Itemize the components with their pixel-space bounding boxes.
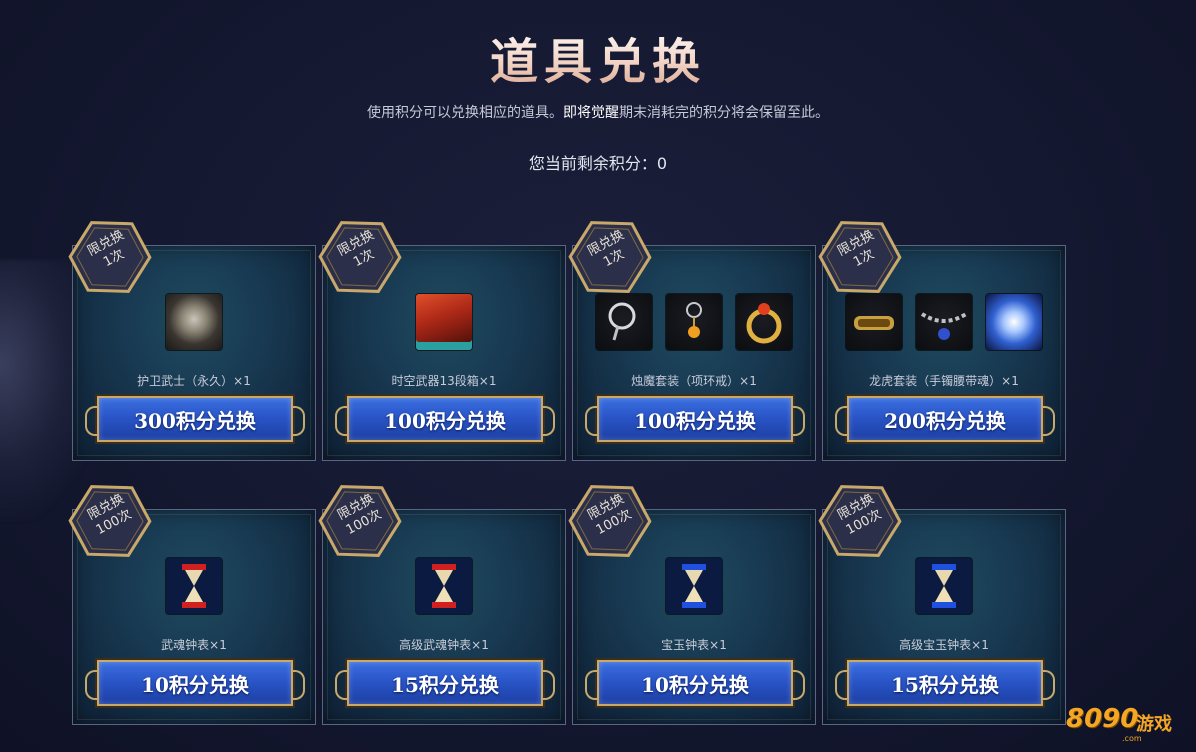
red-hourglass-icon — [166, 558, 222, 614]
limit-badge: 限兑换 1次 — [817, 214, 903, 300]
red-hourglass-icon — [416, 558, 472, 614]
soul-orb-icon — [986, 294, 1042, 350]
exchange-card: 限兑换 1次 时空武器13段箱×1 100积分兑换 — [318, 221, 566, 461]
limit-badge: 限兑换 100次 — [67, 478, 153, 564]
chest-icon — [416, 294, 472, 350]
exchange-card: 限兑换 100次 高级宝玉钟表×1 15积分兑换 — [818, 485, 1066, 725]
ring-icon — [736, 294, 792, 350]
item-icons — [573, 294, 815, 354]
item-name: 高级宝玉钟表×1 — [899, 638, 989, 652]
item-icons — [323, 294, 565, 354]
subtitle-text-post: 期末消耗完的积分将会保留至此。 — [619, 105, 829, 121]
item-icons — [823, 558, 1065, 618]
item-name: 宝玉钟表×1 — [661, 638, 727, 652]
limit-badge: 限兑换 100次 — [567, 478, 653, 564]
item-icons — [573, 558, 815, 618]
remaining-points: 您当前剩余积分：0 — [528, 154, 668, 173]
exchange-button[interactable]: 100积分兑换 — [335, 396, 555, 442]
exchange-card: 限兑换 100次 宝玉钟表×1 10积分兑换 — [568, 485, 816, 725]
logo-text: 游戏 — [1136, 714, 1172, 735]
exchange-card: 限兑换 100次 武魂钟表×1 10积分兑换 — [68, 485, 316, 725]
site-watermark-logo: 8090 游戏 .com — [1066, 700, 1186, 746]
earring-icon — [666, 294, 722, 350]
exchange-button[interactable]: 100积分兑换 — [585, 396, 805, 442]
logo-number: 8090 — [1066, 704, 1139, 734]
exchange-card: 限兑换 1次 龙虎套装（手镯腰带魂）×1 200积分兑换 — [818, 221, 1066, 461]
page-title: 道具兑换 — [0, 22, 1196, 92]
belt-icon — [916, 294, 972, 350]
item-name: 高级武魂钟表×1 — [399, 638, 489, 652]
blue-hourglass-icon — [666, 558, 722, 614]
limit-badge: 限兑换 1次 — [567, 214, 653, 300]
armor-icon — [166, 294, 222, 350]
blue-hourglass-icon — [916, 558, 972, 614]
bracelet-icon — [846, 294, 902, 350]
limit-badge: 限兑换 1次 — [67, 214, 153, 300]
exchange-button[interactable]: 200积分兑换 — [835, 396, 1055, 442]
item-icons — [73, 558, 315, 618]
subtitle-highlight: 即将觉醒 — [563, 105, 619, 121]
item-name: 武魂钟表×1 — [161, 638, 227, 652]
limit-badge: 限兑换 100次 — [817, 478, 903, 564]
item-name: 龙虎套装（手镯腰带魂）×1 — [869, 374, 1019, 388]
exchange-button[interactable]: 300积分兑换 — [85, 396, 305, 442]
item-icons — [323, 558, 565, 618]
subtitle-text-pre: 使用积分可以兑换相应的道具。 — [367, 105, 563, 121]
exchange-button[interactable]: 10积分兑换 — [585, 660, 805, 706]
exchange-card: 限兑换 100次 高级武魂钟表×1 15积分兑换 — [318, 485, 566, 725]
exchange-button[interactable]: 15积分兑换 — [835, 660, 1055, 706]
exchange-card: 限兑换 1次 烛魔套装（项环戒）×1 100积分兑换 — [568, 221, 816, 461]
page-subtitle: 使用积分可以兑换相应的道具。即将觉醒期末消耗完的积分将会保留至此。 — [0, 102, 1196, 122]
necklace-icon — [596, 294, 652, 350]
item-icons — [823, 294, 1065, 354]
item-icons — [73, 294, 315, 354]
exchange-card: 限兑换 1次 护卫武士（永久）×1 300积分兑换 — [68, 221, 316, 461]
exchange-button[interactable]: 15积分兑换 — [335, 660, 555, 706]
item-name: 时空武器13段箱×1 — [391, 374, 497, 388]
limit-badge: 限兑换 1次 — [317, 214, 403, 300]
item-name: 护卫武士（永久）×1 — [137, 374, 251, 388]
logo-domain: .com — [1122, 734, 1142, 743]
exchange-button[interactable]: 10积分兑换 — [85, 660, 305, 706]
limit-badge: 限兑换 100次 — [317, 478, 403, 564]
exchange-grid: 限兑换 1次 护卫武士（永久）×1 300积分兑换 限兑换 1次 时空武器13段箱×… — [68, 221, 1068, 725]
item-name: 烛魔套装（项环戒）×1 — [631, 374, 757, 388]
